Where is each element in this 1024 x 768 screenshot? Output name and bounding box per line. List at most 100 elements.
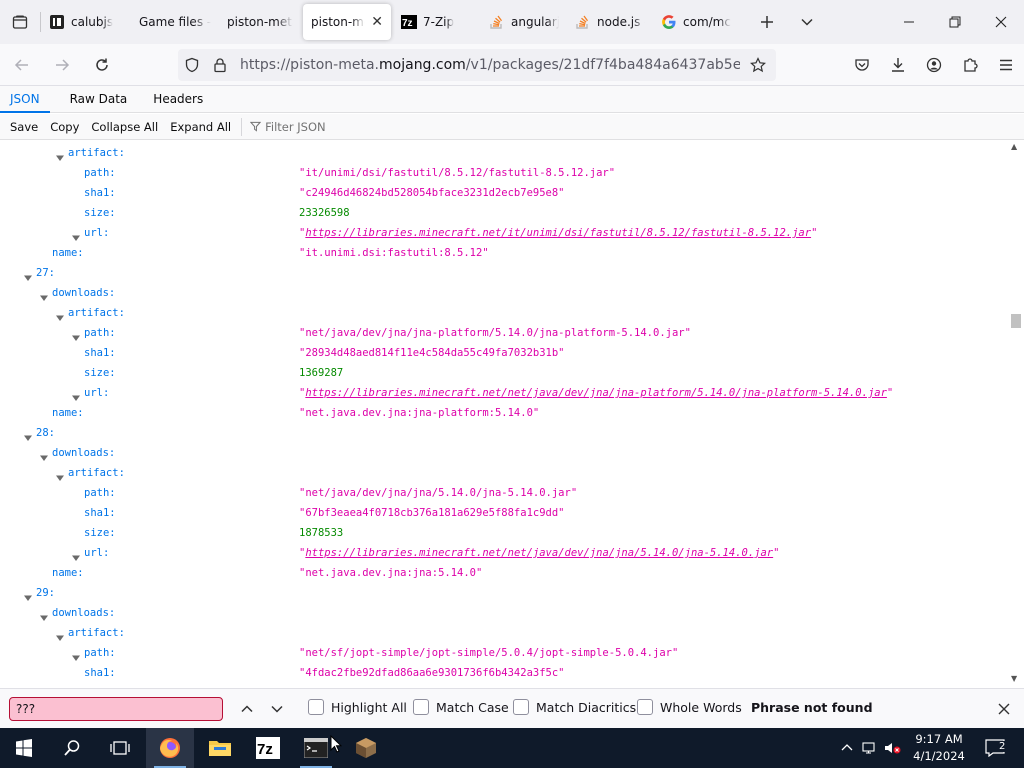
filter-json-input[interactable]: Filter JSON — [241, 117, 326, 136]
volume-button[interactable] — [882, 728, 904, 768]
reload-button[interactable] — [84, 49, 120, 81]
tab-raw-data[interactable]: Raw Data — [60, 86, 138, 113]
find-next-button[interactable] — [267, 699, 287, 719]
extensions-button[interactable] — [952, 49, 988, 81]
downloads-button[interactable] — [880, 49, 916, 81]
tree-row[interactable]: path: "net/java/dev/jna/jna/5.14.0/jna-5.… — [0, 483, 1008, 503]
copy-button[interactable]: Copy — [44, 114, 85, 140]
tracking-protection-button[interactable] — [178, 57, 206, 73]
network-button[interactable] — [860, 728, 880, 768]
close-tab-icon[interactable]: ✕ — [371, 14, 383, 30]
tree-row[interactable]: downloads: — [0, 603, 1008, 623]
tab-5[interactable]: angularjs — [481, 4, 567, 40]
tree-row[interactable]: downloads: — [0, 443, 1008, 463]
tree-row[interactable]: name: "net.java.dev.jna:jna:5.14.0" — [0, 563, 1008, 583]
tree-row[interactable]: path: "net/sf/jopt-simple/jopt-simple/5.0… — [0, 643, 1008, 663]
show-hidden-icons-button[interactable] — [838, 728, 856, 768]
expand-all-button[interactable]: Expand All — [164, 114, 237, 140]
tree-row[interactable]: url: "https://libraries.minecraft.net/it/… — [0, 223, 1008, 243]
account-button[interactable] — [916, 49, 952, 81]
expand-triangle-icon[interactable] — [72, 389, 80, 401]
restore-button[interactable] — [932, 0, 978, 44]
task-view-button[interactable] — [96, 728, 144, 768]
close-find-bar-button[interactable] — [994, 699, 1014, 719]
url-link[interactable]: https://libraries.minecraft.net/it/unimi… — [305, 227, 811, 239]
tree-url-value[interactable]: "https://libraries.minecraft.net/net/jav… — [299, 383, 893, 403]
collapse-all-button[interactable]: Collapse All — [85, 114, 164, 140]
tree-row[interactable]: url: "https://libraries.minecraft.net/net… — [0, 383, 1008, 403]
scroll-up-arrow-icon[interactable]: ▲ — [1011, 142, 1017, 151]
pocket-button[interactable] — [844, 49, 880, 81]
url-link[interactable]: https://libraries.minecraft.net/net/java… — [305, 547, 773, 559]
save-button[interactable]: Save — [4, 114, 44, 140]
expand-triangle-icon[interactable] — [40, 609, 48, 621]
tree-row[interactable]: sha1: "28934d48aed814f11e4c584da55c49fa70… — [0, 343, 1008, 363]
expand-triangle-icon[interactable] — [40, 289, 48, 301]
expand-triangle-icon[interactable] — [56, 629, 64, 641]
tree-row[interactable]: sha1: "c24946d46824bd528054bface3231d2ecb… — [0, 183, 1008, 203]
tree-row[interactable]: sha1: "67bf3eaea4f0718cb376a181a629e5f88f… — [0, 503, 1008, 523]
tree-row[interactable]: name: "it.unimi.dsi:fastutil:8.5.12" — [0, 243, 1008, 263]
tree-row[interactable]: size: 1878533 — [0, 523, 1008, 543]
tree-row[interactable]: name: "net.java.dev.jna:jna-platform:5.14… — [0, 403, 1008, 423]
search-button[interactable] — [48, 728, 96, 768]
tab-3[interactable]: piston-me ✕ — [303, 4, 391, 40]
minimize-button[interactable] — [886, 0, 932, 44]
tab-7[interactable]: com/mc — [653, 4, 743, 40]
tree-row[interactable]: artifact: — [0, 303, 1008, 323]
checkbox-box[interactable] — [637, 699, 653, 715]
expand-triangle-icon[interactable] — [72, 329, 80, 341]
firefox-view-button[interactable] — [0, 0, 40, 44]
action-center-button[interactable]: 2 — [980, 728, 1010, 768]
checkbox-box[interactable] — [513, 699, 529, 715]
tab-2[interactable]: piston-meta — [219, 4, 301, 40]
expand-triangle-icon[interactable] — [72, 549, 80, 561]
checkbox-box[interactable] — [308, 699, 324, 715]
url-link[interactable]: https://libraries.minecraft.net/net/java… — [305, 387, 887, 399]
tree-row[interactable]: url: "https://libraries.minecraft.net/net… — [0, 543, 1008, 563]
highlight-all-checkbox[interactable]: Highlight All — [308, 699, 407, 715]
expand-triangle-icon[interactable] — [24, 269, 32, 281]
tree-url-value[interactable]: "https://libraries.minecraft.net/it/unim… — [299, 223, 817, 243]
tree-row[interactable]: 29: — [0, 583, 1008, 603]
tree-row[interactable]: path: "net/java/dev/jna/jna-platform/5.14… — [0, 323, 1008, 343]
tree-row[interactable]: sha1: "4fdac2fbe92dfad86aa6e9301736f6b434… — [0, 663, 1008, 683]
tree-row[interactable]: artifact: — [0, 623, 1008, 643]
site-info-button[interactable] — [206, 57, 234, 73]
expand-triangle-icon[interactable] — [24, 429, 32, 441]
find-previous-button[interactable] — [237, 699, 257, 719]
expand-triangle-icon[interactable] — [24, 589, 32, 601]
expand-triangle-icon[interactable] — [40, 449, 48, 461]
expand-triangle-icon[interactable] — [56, 469, 64, 481]
tree-row[interactable]: size: 1369287 — [0, 363, 1008, 383]
close-window-button[interactable] — [978, 0, 1024, 44]
match-case-checkbox[interactable]: Match Case — [413, 699, 509, 715]
taskbar-file-explorer[interactable] — [196, 728, 244, 768]
tab-4[interactable]: 7z 7-Zip — [393, 4, 481, 40]
list-all-tabs-button[interactable] — [787, 0, 827, 44]
tab-0[interactable]: calubjs — [41, 4, 131, 40]
taskbar-minecraft-launcher[interactable] — [342, 728, 390, 768]
scroll-down-arrow-icon[interactable]: ▼ — [1011, 674, 1017, 683]
taskbar-7zip[interactable]: 7z — [244, 728, 292, 768]
taskbar-clock[interactable]: 9:17 AM 4/1/2024 — [908, 731, 970, 765]
expand-triangle-icon[interactable] — [72, 229, 80, 241]
tree-row[interactable]: artifact: — [0, 143, 1008, 163]
tree-row[interactable]: 27: — [0, 263, 1008, 283]
scrollbar-thumb[interactable] — [1011, 314, 1021, 328]
tab-headers[interactable]: Headers — [143, 86, 213, 113]
expand-triangle-icon[interactable] — [56, 149, 64, 161]
new-tab-button[interactable] — [747, 0, 787, 44]
tree-row[interactable]: downloads: — [0, 283, 1008, 303]
url-bar[interactable]: https://piston-meta.mojang.com/v1/packag… — [178, 49, 776, 81]
taskbar-firefox[interactable] — [146, 728, 194, 768]
tree-row[interactable]: artifact: — [0, 463, 1008, 483]
find-input[interactable]: ??? — [9, 697, 223, 721]
expand-triangle-icon[interactable] — [56, 309, 64, 321]
vertical-scrollbar[interactable]: ▲ ▼ — [1008, 140, 1024, 688]
back-button[interactable] — [4, 49, 40, 81]
tab-json[interactable]: JSON — [0, 86, 50, 113]
tab-6[interactable]: node.js - — [567, 4, 653, 40]
bookmark-button[interactable] — [744, 57, 772, 73]
start-button[interactable] — [0, 728, 48, 768]
